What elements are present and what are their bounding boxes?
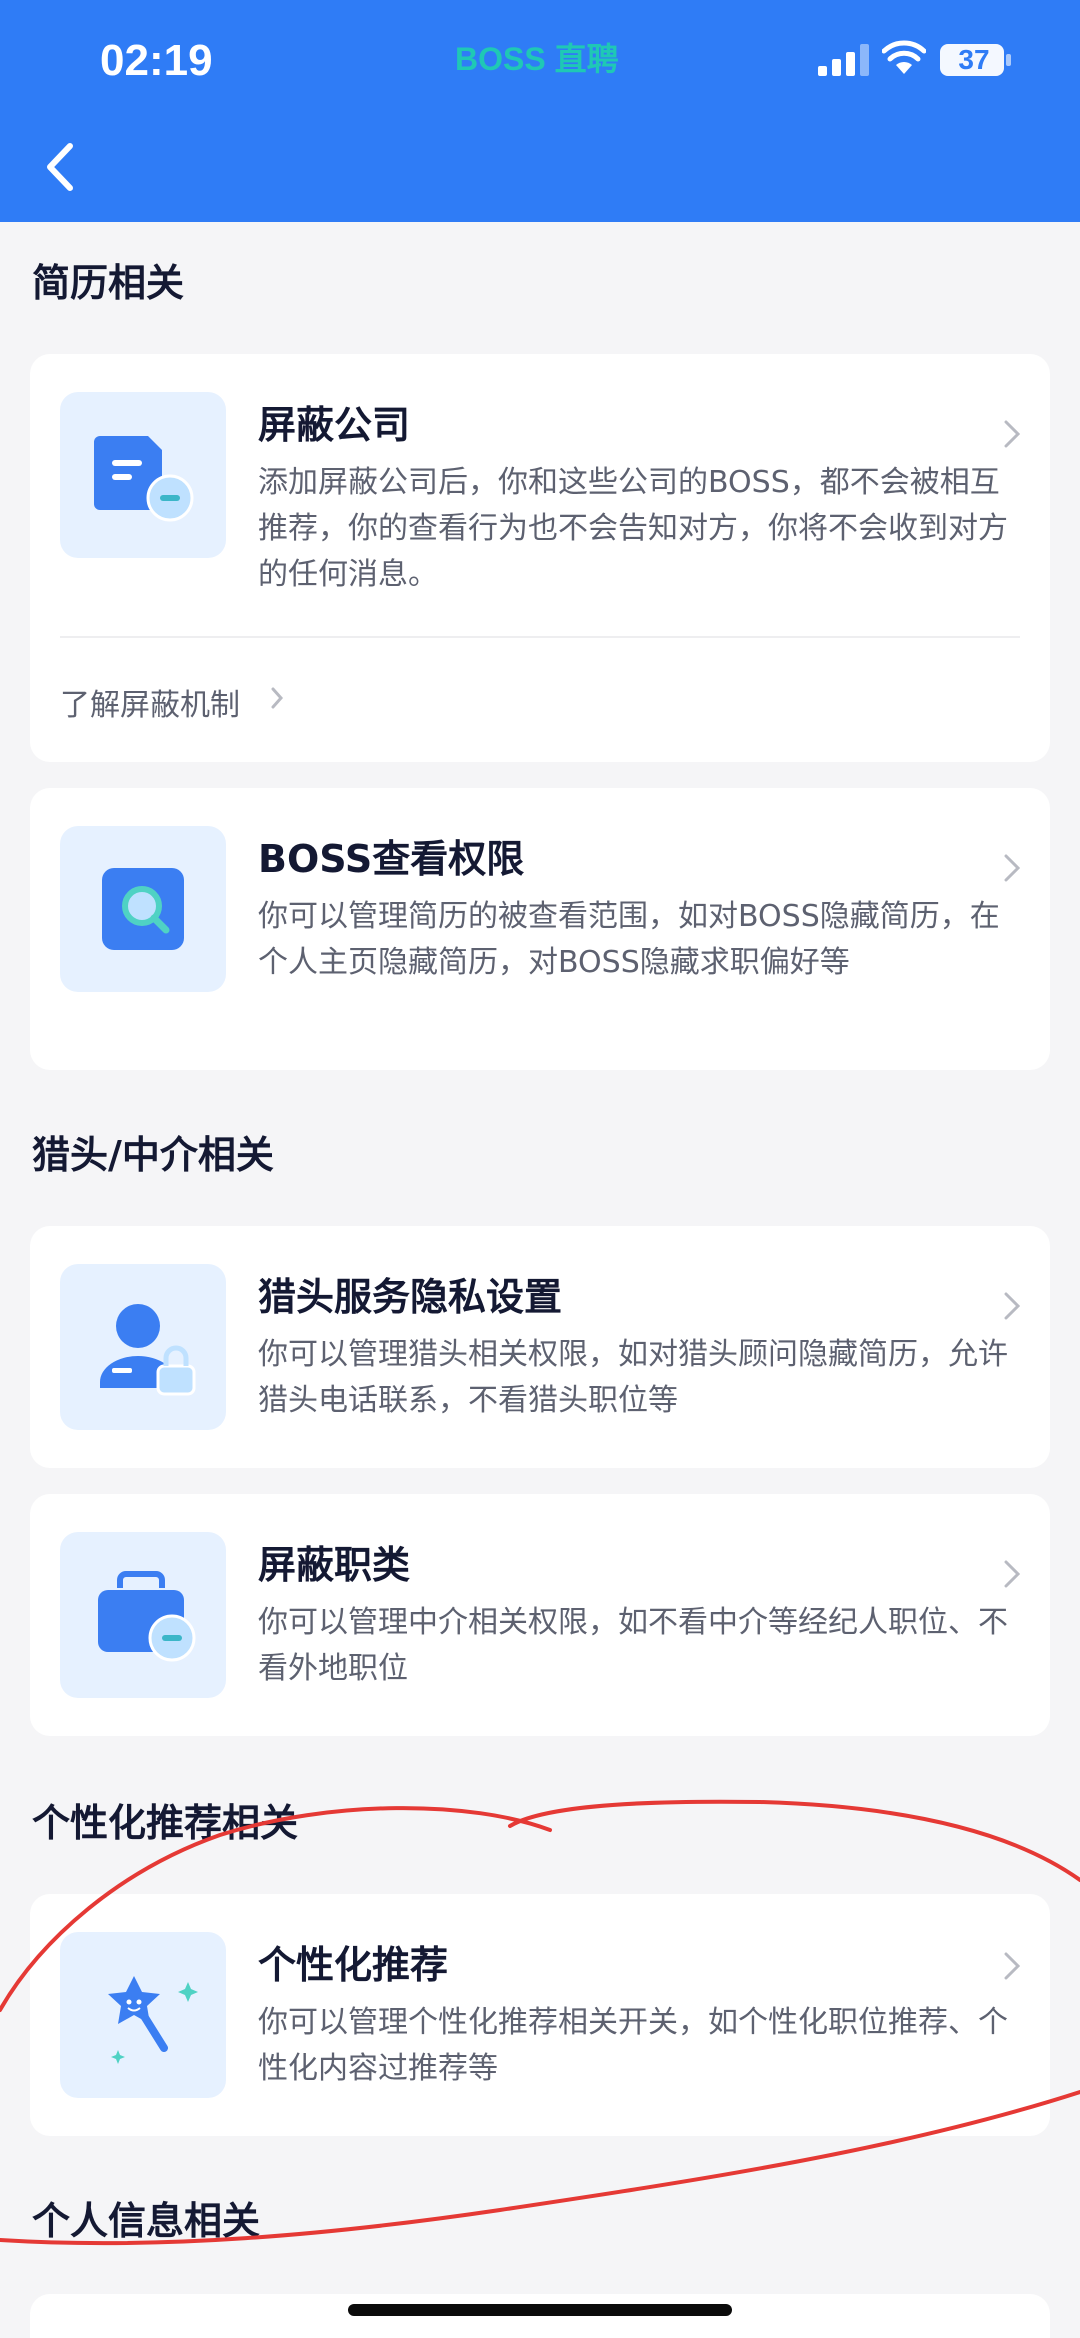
chevron-right-icon	[271, 687, 284, 709]
item-description: 你可以管理中介相关权限，如不看中介等经纪人职位、不看外地职位	[258, 1605, 1008, 1686]
briefcase-minus-icon	[60, 1532, 226, 1698]
item-description: 你可以管理猎头相关权限，如对猎头顾问隐藏简历，允许猎头电话联系，不看猎头职位等	[258, 1337, 1008, 1418]
item-title: 屏蔽公司	[258, 403, 411, 447]
home-indicator	[348, 2304, 732, 2316]
battery-level: 37	[958, 44, 990, 75]
card-personalized-recommendation[interactable]: 个性化推荐 你可以管理个性化推荐相关开关，如个性化职位推荐、个性化内容过推荐等	[30, 1894, 1050, 2136]
section-title-personalization: 个性化推荐相关	[32, 1801, 299, 1845]
card-block-company[interactable]: 屏蔽公司 添加屏蔽公司后，你和这些公司的BOSS，都不会被相互推荐，你的查看行为…	[30, 354, 1050, 762]
divider	[60, 636, 1020, 638]
item-title: BOSS查看权限	[258, 837, 525, 881]
item-description: 添加屏蔽公司后，你和这些公司的BOSS，都不会被相互推荐，你的查看行为也不会告知…	[258, 465, 1008, 592]
back-button[interactable]	[42, 140, 82, 194]
item-title: 个性化推荐	[258, 1943, 449, 1987]
section-title-personal-info: 个人信息相关	[32, 2199, 261, 2243]
card-headhunter-privacy[interactable]: 猎头服务隐私设置 你可以管理猎头相关权限，如对猎头顾问隐藏简历，允许猎头电话联系…	[30, 1226, 1050, 1468]
learn-block-mechanism-link[interactable]: 了解屏蔽机制	[60, 680, 240, 724]
item-title: 屏蔽职类	[258, 1543, 411, 1587]
card-personal-info-partial[interactable]	[30, 2294, 1050, 2338]
document-minus-icon	[60, 392, 226, 558]
magnifier-icon	[60, 826, 226, 992]
chevron-right-icon	[1004, 854, 1021, 882]
magic-star-icon	[60, 1932, 226, 2098]
section-title-resume: 简历相关	[32, 261, 185, 305]
app-header: 02:19 BOSS 直聘 37	[0, 0, 1080, 222]
item-title: 猎头服务隐私设置	[258, 1275, 563, 1319]
user-lock-icon	[60, 1264, 226, 1430]
section-title-headhunter: 猎头/中介相关	[32, 1133, 274, 1177]
status-app-label: BOSS 直聘	[455, 41, 619, 77]
card-block-job-category[interactable]: 屏蔽职类 你可以管理中介相关权限，如不看中介等经纪人职位、不看外地职位	[30, 1494, 1050, 1736]
chevron-right-icon	[1004, 1292, 1021, 1320]
chevron-right-icon	[1004, 1560, 1021, 1588]
status-time: 02:19	[100, 36, 213, 85]
chevron-right-icon	[1004, 420, 1021, 448]
signal-icon	[818, 44, 869, 76]
chevron-right-icon	[1004, 1952, 1021, 1980]
wifi-icon	[882, 40, 926, 74]
item-description: 你可以管理个性化推荐相关开关，如个性化职位推荐、个性化内容过推荐等	[258, 2005, 1008, 2086]
card-boss-view-permission[interactable]: BOSS查看权限 你可以管理简历的被查看范围，如对BOSS隐藏简历，在个人主页隐…	[30, 788, 1050, 1070]
item-description: 你可以管理简历的被查看范围，如对BOSS隐藏简历，在个人主页隐藏简历，对BOSS…	[258, 899, 1000, 980]
